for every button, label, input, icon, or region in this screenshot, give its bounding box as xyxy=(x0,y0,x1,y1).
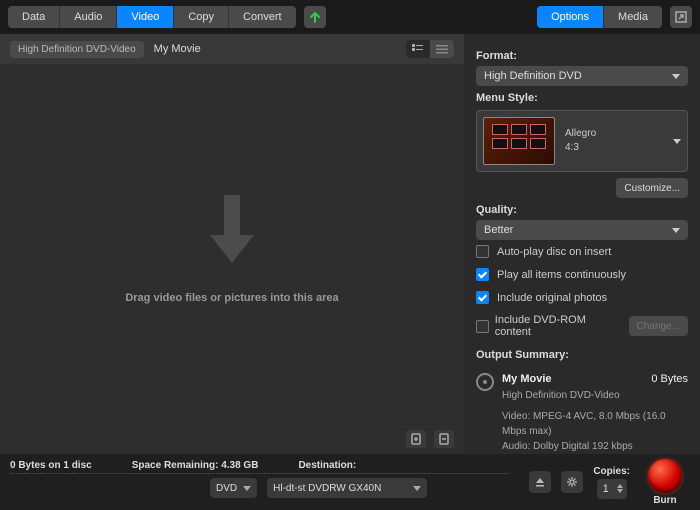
project-title: My Movie xyxy=(154,43,201,55)
disc-icon xyxy=(476,373,494,391)
format-value: High Definition DVD xyxy=(484,70,582,82)
remove-file-button[interactable] xyxy=(434,430,454,448)
tab-audio[interactable]: Audio xyxy=(60,6,117,28)
menustyle-label: Menu Style: xyxy=(476,92,688,104)
autoplay-checkbox[interactable] xyxy=(476,245,489,258)
continuous-checkbox[interactable] xyxy=(476,268,489,281)
add-file-button[interactable] xyxy=(406,430,426,448)
destination-value: Hl-dt-st DVDRW GX40N xyxy=(273,483,381,494)
destination-dropdown[interactable]: Hl-dt-st DVDRW GX40N xyxy=(267,478,427,498)
caret-down-icon xyxy=(673,139,681,144)
file-remove-icon xyxy=(438,433,450,445)
view-list-button[interactable] xyxy=(430,40,454,58)
summary-subtype: High Definition DVD-Video xyxy=(502,388,688,403)
tab-copy[interactable]: Copy xyxy=(174,6,229,28)
tab-data[interactable]: Data xyxy=(8,6,60,28)
burn-label: Burn xyxy=(653,495,676,506)
copies-down[interactable] xyxy=(617,489,623,493)
eject-icon xyxy=(534,476,546,488)
copies-up[interactable] xyxy=(617,484,623,488)
autoplay-label: Auto-play disc on insert xyxy=(497,246,611,258)
customize-button[interactable]: Customize... xyxy=(616,178,688,198)
menustyle-name: Allegro xyxy=(565,127,663,141)
tab-options[interactable]: Options xyxy=(537,6,604,28)
file-add-icon xyxy=(410,433,422,445)
grid-icon xyxy=(412,44,424,54)
right-tab-group: Options Media xyxy=(537,6,662,28)
media-type-dropdown[interactable]: DVD xyxy=(210,478,257,498)
photos-label: Include original photos xyxy=(497,292,607,304)
breadcrumb[interactable]: High Definition DVD-Video xyxy=(10,41,144,58)
arrow-up-icon xyxy=(309,11,321,23)
gear-icon xyxy=(566,476,578,488)
eject-button[interactable] xyxy=(529,471,551,493)
main-tab-group: Data Audio Video Copy Convert xyxy=(8,6,296,28)
arrow-down-icon xyxy=(197,185,267,278)
media-type-value: DVD xyxy=(216,483,237,494)
format-label: Format: xyxy=(476,50,688,62)
drop-hint: Drag video files or pictures into this a… xyxy=(125,292,338,304)
copies-value: 1 xyxy=(601,483,611,495)
summary-bytes: 0 Bytes xyxy=(651,371,688,388)
copies-stepper[interactable]: 1 xyxy=(597,479,627,499)
tab-convert[interactable]: Convert xyxy=(229,6,296,28)
space-label: Space Remaining: xyxy=(132,460,219,471)
expand-panel-button[interactable] xyxy=(670,6,692,28)
format-dropdown[interactable]: High Definition DVD xyxy=(476,66,688,86)
space-value: 4.38 GB xyxy=(221,460,258,471)
tab-video[interactable]: Video xyxy=(117,6,174,28)
expand-icon xyxy=(675,11,687,23)
caret-down-icon xyxy=(672,228,680,233)
tab-media[interactable]: Media xyxy=(604,6,662,28)
quality-value: Better xyxy=(484,224,513,236)
drop-area[interactable]: Drag video files or pictures into this a… xyxy=(0,64,464,424)
summary-video: Video: MPEG-4 AVC, 8.0 Mbps (16.0 Mbps m… xyxy=(502,409,688,439)
continuous-label: Play all items continuously xyxy=(497,269,626,281)
status-bytes: 0 Bytes on 1 disc xyxy=(10,460,92,471)
copies-label: Copies: xyxy=(593,466,630,477)
upload-button[interactable] xyxy=(304,6,326,28)
settings-button[interactable] xyxy=(561,471,583,493)
list-icon xyxy=(436,44,448,54)
destination-label: Destination: xyxy=(298,460,356,471)
dvdrom-label: Include DVD-ROM content xyxy=(495,314,623,338)
change-button[interactable]: Change... xyxy=(629,316,688,336)
caret-down-icon xyxy=(672,74,680,79)
menustyle-thumbnail xyxy=(483,117,555,165)
menustyle-selector[interactable]: Allegro 4:3 xyxy=(476,110,688,172)
view-toggle xyxy=(406,40,454,58)
burn-button[interactable] xyxy=(648,459,682,493)
photos-checkbox[interactable] xyxy=(476,291,489,304)
quality-dropdown[interactable]: Better xyxy=(476,220,688,240)
quality-label: Quality: xyxy=(476,204,688,216)
menustyle-ratio: 4:3 xyxy=(565,141,663,155)
summary-title: My Movie xyxy=(502,371,552,388)
dvdrom-checkbox[interactable] xyxy=(476,320,489,333)
summary-label: Output Summary: xyxy=(476,349,688,361)
view-grid-button[interactable] xyxy=(406,40,430,58)
summary-audio: Audio: Dolby Digital 192 kbps xyxy=(502,439,688,454)
